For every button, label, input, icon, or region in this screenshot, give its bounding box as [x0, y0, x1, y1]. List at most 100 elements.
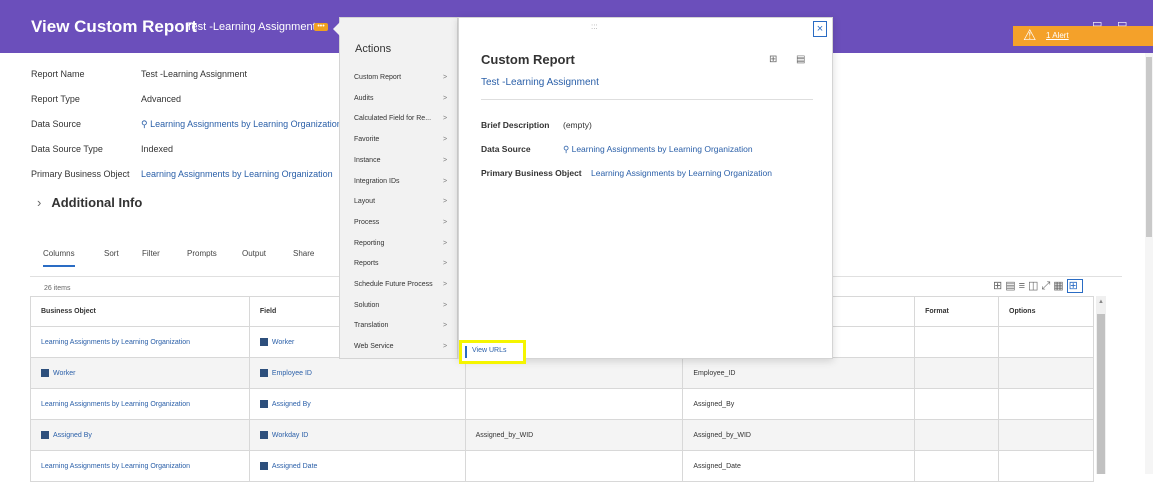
field-link[interactable]: Assigned Date — [272, 463, 318, 470]
table-view-icon[interactable]: ▦ — [1053, 280, 1066, 292]
field-cell[interactable]: Workday ID — [248, 419, 466, 451]
actions-menu-item[interactable]: Calculated Field for Re... > — [354, 115, 458, 122]
chevron-right-icon: > — [443, 74, 448, 81]
actions-menu-item[interactable]: Reporting > — [354, 240, 458, 247]
actions-menu-item[interactable]: Reports > — [354, 260, 458, 267]
field-cell[interactable]: Assigned By — [248, 388, 466, 420]
table-row: Learning Assignments by Learning Organiz… — [30, 388, 1094, 420]
actions-menu-item-label: Calculated Field for Re... — [354, 115, 432, 123]
view-urls-item[interactable]: View URLs — [459, 340, 526, 364]
tab-output[interactable]: Output — [242, 249, 266, 258]
popup-detail-value[interactable]: Learning Assignments by Learning Organiz… — [591, 168, 772, 178]
tab-sort[interactable]: Sort — [104, 249, 119, 258]
xml-alias-cell: Employee_ID — [682, 357, 916, 389]
format-cell — [914, 388, 1000, 420]
popup-detail-key: Data Source — [481, 144, 531, 154]
field-link[interactable]: Assigned By — [272, 401, 311, 408]
popup-title: Custom Report — [481, 52, 575, 67]
business-object-cell[interactable]: Learning Assignments by Learning Organiz… — [30, 450, 250, 482]
field-link[interactable]: Employee ID — [272, 370, 312, 377]
actions-menu-item-label: Translation — [354, 322, 389, 330]
tab-prompts[interactable]: Prompts — [187, 249, 217, 258]
field-link[interactable]: Workday ID — [272, 432, 308, 439]
business-object-cell[interactable]: Worker — [30, 357, 250, 389]
export-excel-icon[interactable]: ⊞ — [769, 54, 777, 65]
business-object-cell[interactable]: Learning Assignments by Learning Organiz… — [30, 326, 250, 358]
table-row: Worker Employee ID Employee_ID — [30, 357, 1094, 389]
chevron-right-icon: > — [443, 301, 448, 309]
actions-menu-item[interactable]: Web Service > — [354, 343, 458, 350]
actions-menu-item[interactable]: Audits > — [354, 95, 458, 102]
xml-alias-cell: Assigned_by_WID — [682, 419, 916, 451]
business-object-link[interactable]: Worker — [53, 370, 75, 377]
actions-menu-item-label: Instance — [354, 156, 381, 164]
actions-menu-item-label: Audits — [354, 94, 374, 102]
actions-menu-item[interactable]: Translation > — [354, 322, 458, 329]
actions-menu-item[interactable]: Custom Report > — [354, 74, 458, 81]
actions-menu-item[interactable]: Instance > — [354, 157, 458, 164]
field-cell[interactable]: Assigned Date — [248, 450, 466, 482]
business-object-link[interactable]: Learning Assignments by Learning Organiz… — [41, 339, 190, 346]
related-actions-icon[interactable]: ••• — [314, 23, 328, 31]
restore-icon[interactable]: ▭ — [1117, 17, 1127, 30]
page-scrollbar[interactable] — [1145, 53, 1153, 474]
column-header-business-object[interactable]: Business Object — [30, 296, 250, 327]
business-object-link[interactable]: Assigned By — [53, 432, 92, 439]
page-scroll-thumb[interactable] — [1146, 57, 1152, 237]
drag-handle-icon[interactable]: ::: — [591, 22, 598, 31]
chevron-right-icon: > — [443, 322, 448, 330]
business-object-cell[interactable]: Assigned By — [30, 419, 250, 451]
actions-menu-item[interactable]: Solution > — [354, 302, 458, 309]
popup-report-link[interactable]: Test -Learning Assignment — [481, 77, 599, 88]
business-object-link[interactable]: Learning Assignments by Learning Organiz… — [41, 401, 190, 408]
field-link[interactable]: Worker — [272, 339, 294, 346]
xml-alias-cell: Assigned_By — [682, 388, 916, 420]
column-label-cell — [464, 388, 684, 420]
selection-bar — [465, 346, 467, 358]
export-pdf-icon[interactable]: ▤ — [796, 54, 805, 65]
business-object-link[interactable]: Learning Assignments by Learning Organiz… — [41, 463, 190, 470]
column-header-options[interactable]: Options — [998, 296, 1094, 327]
actions-menu-item[interactable]: Schedule Future Process > — [354, 281, 458, 288]
detail-key: Report Name — [31, 69, 85, 79]
actions-menu-item[interactable]: Process > — [354, 219, 458, 226]
chevron-right-icon: > — [443, 156, 448, 164]
column-header-format[interactable]: Format — [914, 296, 1000, 327]
columns-icon[interactable]: ◫ — [1028, 280, 1041, 292]
minimize-icon[interactable]: ▭ — [1092, 17, 1102, 30]
actions-menu-item[interactable]: Layout > — [354, 198, 458, 205]
filter-icon[interactable]: ≡ — [1019, 280, 1028, 292]
tab-share[interactable]: Share — [293, 249, 314, 258]
tab-filter[interactable]: Filter — [142, 249, 160, 258]
fullscreen-icon[interactable]: ⤢ — [1041, 280, 1053, 292]
instance-icon — [41, 431, 49, 439]
field-cell[interactable]: Employee ID — [248, 357, 466, 389]
scroll-up-icon[interactable]: ▲ — [1098, 299, 1104, 305]
export-pdf-icon[interactable]: ▤ — [1005, 280, 1018, 292]
additional-info-toggle[interactable]: › Additional Info — [37, 195, 142, 210]
actions-menu-item[interactable]: Integration IDs > — [354, 178, 458, 185]
detail-value: Indexed — [141, 144, 174, 154]
report-subtitle[interactable]: Test -Learning Assignment — [186, 21, 316, 33]
grid-view-icon[interactable]: ⊞ — [1066, 279, 1083, 293]
chevron-right-icon: > — [443, 136, 448, 144]
tab-columns[interactable]: Columns — [43, 249, 75, 258]
actions-menu-item[interactable]: Favorite > — [354, 136, 458, 143]
actions-menu-item-label: Layout — [354, 198, 376, 206]
alert-button[interactable]: ⚠ 1 Alert — [1013, 26, 1153, 46]
custom-report-popup: ::: × Custom Report Test -Learning Assig… — [458, 17, 833, 359]
table-scroll-thumb[interactable] — [1097, 314, 1105, 474]
detail-key: Data Source — [31, 119, 82, 129]
actions-menu-item-label: Custom Report — [354, 74, 402, 81]
popup-detail-value[interactable]: ⚲ Learning Assignments by Learning Organ… — [563, 144, 753, 155]
close-button[interactable]: × — [813, 21, 827, 37]
detail-value[interactable]: Learning Assignments by Learning Organiz… — [141, 169, 333, 179]
detail-value[interactable]: ⚲ Learning Assignments by Learning Organ… — [141, 119, 342, 130]
business-object-cell[interactable]: Learning Assignments by Learning Organiz… — [30, 388, 250, 420]
actions-menu-title: Actions — [355, 43, 392, 55]
export-excel-icon[interactable]: ⊞ — [993, 280, 1005, 292]
chevron-right-icon: > — [443, 94, 448, 102]
field-icon — [259, 369, 268, 377]
view-urls-label: View URLs — [472, 347, 507, 354]
table-scrollbar[interactable]: ▲ — [1096, 296, 1106, 474]
